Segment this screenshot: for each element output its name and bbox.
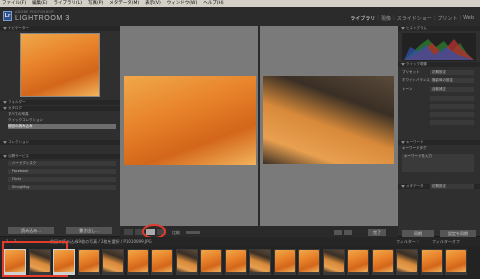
module-slideshow[interactable]: スライドショー [397,15,432,22]
menu-edit[interactable]: 編集(E) [32,0,47,7]
filmstrip-thumb[interactable] [54,250,74,272]
filter-label: フィルター : [396,239,419,244]
menu-bar: ファイル(F) 編集(E) ライブラリ(L) 写真(P) メタデータ(M) 表示… [0,0,480,7]
select-photo[interactable] [124,76,256,165]
grid-view-button[interactable] [124,229,133,235]
catalog-quick-collection[interactable]: クイックコレクション [8,118,43,123]
filmstrip-thumb[interactable] [446,250,466,272]
filmstrip-thumb[interactable] [299,250,319,272]
navigator-preview[interactable] [20,33,100,97]
tone-field-1[interactable] [430,96,474,101]
histogram [402,33,476,61]
menu-help[interactable]: ヘルプ(H) [203,0,223,7]
filmstrip-count: 19枚の写真 / 2枚を選択 / P1010099.JPG [76,239,152,244]
zoom-slider[interactable] [186,231,200,234]
filmstrip-thumb[interactable] [201,250,221,272]
wb-label: ホワイトバランス [402,78,430,82]
collections-header[interactable]: コレクション [0,140,120,145]
menu-library[interactable]: ライブラリ(L) [53,0,82,7]
filmstrip-thumb[interactable] [274,250,295,272]
module-library[interactable]: ライブラリ [350,15,375,22]
filmstrip-thumb[interactable] [348,250,368,272]
done-button[interactable]: 完了 [368,229,386,236]
wb-select[interactable]: 撮影時の設定 [430,78,474,83]
catalog-all-photos[interactable]: すべての写真 [8,112,29,117]
candidate-photo[interactable] [263,76,394,164]
menu-file[interactable]: ファイル(F) [2,0,26,7]
left-panel: ナビゲーター フォルダー カタログ すべての写真 クイックコレクション 前回の読… [0,26,120,236]
filmstrip-thumb[interactable] [103,250,123,272]
publish-header[interactable]: 公開サービス [0,154,120,159]
keyword-tags-label: キーワードタグ [402,146,427,150]
metadata-preset-select[interactable]: 初期設定 [430,184,474,189]
publish-smugmug[interactable]: SmugMug [8,185,116,190]
auto-tone-button[interactable]: 自動補正 [430,87,474,92]
filmstrip-thumb[interactable] [176,250,197,272]
menu-view[interactable]: 表示(V) [145,0,161,7]
keyword-entry[interactable]: キーワードを入力 [402,154,474,172]
filmstrip-thumb[interactable] [372,250,393,272]
tone-label: トーン [402,87,413,91]
preset-select[interactable]: 初期設定 [430,70,474,75]
sync-settings-button[interactable]: 設定を同期 [440,230,476,237]
publish-facebook[interactable]: Facebook [8,169,116,174]
filmstrip-thumb[interactable] [127,250,148,272]
tone-field-4[interactable] [430,120,474,125]
filmstrip-thumb[interactable] [397,250,417,272]
quick-develop-header[interactable]: クイック現像 [398,62,480,67]
import-button[interactable]: 読み込み... [8,227,54,234]
histogram-header[interactable]: ヒストグラム [398,26,480,31]
sync-button[interactable]: 同期 [402,230,434,237]
export-button[interactable]: 書き出し... [66,227,112,234]
make-select-button[interactable] [344,230,352,235]
keywords-header[interactable]: キーワード [398,140,480,145]
compare-divider [258,26,260,226]
filmstrip-thumb[interactable] [152,250,172,272]
publish-flickr[interactable]: Flickr [8,177,116,182]
filter-off[interactable]: フィルターオフ [432,239,460,245]
publish-harddisk[interactable]: ハードディスク [8,161,116,166]
lightroom-logo: Lr [3,11,12,21]
module-develop[interactable]: 現像 [381,15,391,22]
module-print[interactable]: プリント [437,15,457,22]
app-name: LIGHTROOM 3 [15,15,70,22]
filmstrip-thumb[interactable] [225,250,246,272]
menu-metadata[interactable]: メタデータ(M) [109,0,139,7]
filmstrip-thumb[interactable] [29,250,50,272]
filmstrip-thumb[interactable] [78,250,99,272]
module-web[interactable]: Web [463,15,474,22]
catalog-last-import[interactable]: 前回の読み込み [8,124,33,129]
preset-label: プリセット [402,70,420,74]
menu-window[interactable]: ウィンドウ(W) [167,0,197,7]
swap-button[interactable] [334,230,342,235]
filmstrip-thumb[interactable] [421,250,442,272]
tone-field-3[interactable] [430,112,474,117]
catalog-header[interactable]: カタログ [0,106,120,111]
module-picker: ライブラリ | 現像 | スライドショー | プリント | Web [350,15,474,22]
menu-photo[interactable]: 写真(P) [88,0,103,7]
navigator-header[interactable]: ナビゲーター [0,26,120,31]
folders-header[interactable]: フォルダー [0,100,120,105]
app-subtitle: ADOBE PHOTOSHOP [15,10,54,14]
filmstrip-thumb[interactable] [5,250,25,272]
filmstrip-thumb[interactable] [323,250,344,272]
compare-label: 比較 [172,230,180,235]
tone-field-2[interactable] [430,104,474,109]
filmstrip-thumb[interactable] [250,250,270,272]
histogram-graph [404,39,474,60]
